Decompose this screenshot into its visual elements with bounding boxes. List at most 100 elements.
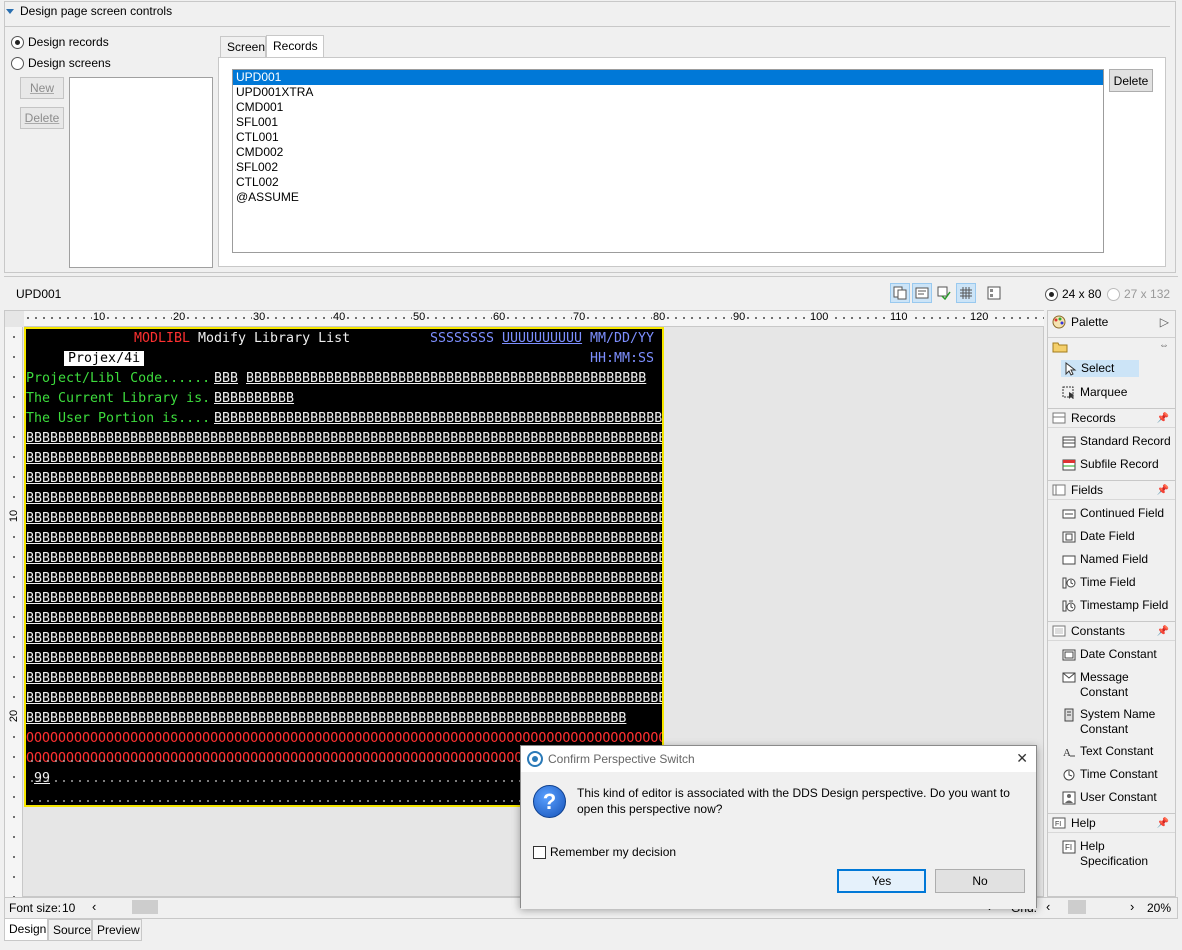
list-item[interactable]: CTL001 — [233, 130, 1103, 145]
field-b-row[interactable]: BBBBBBBBBBBBBBBBBBBBBBBBBBBBBBBBBBBBBBBB… — [26, 529, 662, 549]
field-b-row[interactable]: BBBBBBBBBBBBBBBBBBBBBBBBBBBBBBBBBBBBBBBB… — [26, 549, 662, 569]
palette-collapse-icon[interactable]: ▷ — [1160, 315, 1169, 329]
field-libl[interactable]: BBBBBBBBBBBBBBBBBBBBBBBBBBBBBBBBBBBBBBBB… — [246, 369, 646, 389]
palette-date-field[interactable]: Date Field — [1062, 529, 1135, 544]
palette-fields-drawer[interactable]: Fields 📌 — [1048, 480, 1175, 500]
field-b-row[interactable]: BBBBBBBBBBBBBBBBBBBBBBBBBBBBBBBBBBBBBBBB… — [26, 629, 662, 649]
field-project-code[interactable]: BBB — [214, 369, 238, 389]
palette-standard-record[interactable]: Standard Record — [1062, 434, 1171, 449]
records-list[interactable]: UPD001 UPD001XTRA CMD001 SFL001 CTL001 C… — [232, 69, 1104, 253]
radio-size-27x132[interactable]: 27 x 132 — [1107, 287, 1170, 301]
system-name-field[interactable]: SSSSSSSS — [430, 329, 494, 349]
no-button[interactable]: No — [935, 869, 1025, 893]
palette-help-specification[interactable]: FI Help Specification — [1062, 839, 1148, 869]
field-current-library[interactable]: BBBBBBBBBB — [214, 389, 294, 409]
screen-heading[interactable]: Modify Library List — [198, 329, 350, 349]
palette-marquee-tool[interactable]: Marquee — [1062, 385, 1127, 400]
palette-user-constant[interactable]: User Constant — [1062, 790, 1157, 805]
radio-button[interactable] — [11, 35, 24, 49]
zoom-left-icon[interactable]: ‹ — [1046, 899, 1050, 914]
copy-layout-icon[interactable] — [890, 283, 910, 303]
palette-timestamp-field[interactable]: Timestamp Field — [1062, 598, 1168, 613]
list-item[interactable]: SFL002 — [233, 160, 1103, 175]
field-b-row[interactable]: BBBBBBBBBBBBBBBBBBBBBBBBBBBBBBBBBBBBBBBB… — [26, 649, 662, 669]
close-icon[interactable]: ✕ — [1016, 750, 1028, 767]
new-button[interactable]: New — [20, 77, 64, 99]
palette-named-field[interactable]: Named Field — [1062, 552, 1148, 567]
label-user-portion[interactable]: The User Portion is.... — [26, 409, 210, 429]
pin-icon[interactable]: 📌 — [1157, 818, 1169, 829]
indicator-check-icon[interactable] — [934, 283, 954, 303]
palette-system-name-constant[interactable]: System Name Constant — [1062, 707, 1155, 737]
palette-time-constant[interactable]: Time Constant — [1062, 767, 1158, 782]
scroll-left-icon[interactable]: ‹ — [92, 899, 96, 914]
radio-button[interactable] — [1107, 287, 1120, 301]
zoom-right-icon[interactable]: › — [1130, 899, 1134, 914]
list-item[interactable]: SFL001 — [233, 115, 1103, 130]
palette-records-drawer[interactable]: Records 📌 — [1048, 408, 1175, 428]
field-b-row[interactable]: BBBBBBBBBBBBBBBBBBBBBBBBBBBBBBBBBBBBBBBB… — [26, 449, 662, 469]
pin-icon[interactable]: 📌 — [1157, 626, 1169, 637]
radio-size-24x80[interactable]: 24 x 80 — [1045, 287, 1101, 301]
field-b-row[interactable]: BBBBBBBBBBBBBBBBBBBBBBBBBBBBBBBBBBBBBBBB… — [26, 469, 662, 489]
radio-design-screens[interactable]: Design screens — [11, 56, 111, 70]
palette-select-tool[interactable]: Select — [1061, 360, 1139, 377]
user-field[interactable]: UUUUUUUUUU — [502, 329, 582, 349]
program-name[interactable]: MODLIBL — [134, 329, 190, 349]
remember-checkbox[interactable] — [533, 845, 546, 859]
date-field[interactable]: MM/DD/YY — [590, 329, 654, 349]
palette-text-constant[interactable]: A Text Constant — [1062, 744, 1153, 759]
radio-button[interactable] — [1045, 287, 1058, 301]
field-b-row[interactable]: BBBBBBBBBBBBBBBBBBBBBBBBBBBBBBBBBBBBBBBB… — [26, 689, 662, 709]
tab-screen[interactable]: Screen — [220, 36, 266, 57]
pin-icon[interactable]: 📌 — [1157, 485, 1169, 496]
delete-screen-button[interactable]: Delete — [20, 107, 64, 129]
palette-date-constant[interactable]: Date Constant — [1062, 647, 1157, 662]
screen-preview[interactable]: Projex/4i MODLIBL Modify Library List SS… — [24, 327, 664, 807]
field-b-row[interactable]: BBBBBBBBBBBBBBBBBBBBBBBBBBBBBBBBBBBBBBBB… — [26, 429, 662, 449]
time-field[interactable]: HH:MM:SS — [590, 349, 654, 369]
grid-icon[interactable] — [956, 283, 976, 303]
font-size-slider-thumb[interactable] — [132, 900, 158, 914]
tab-preview[interactable]: Preview — [92, 919, 142, 941]
tab-source[interactable]: Source — [48, 919, 92, 941]
layout-toggle-icon[interactable] — [984, 283, 1004, 303]
palette-message-constant[interactable]: Message Constant — [1062, 670, 1129, 700]
palette-continued-field[interactable]: Continued Field — [1062, 506, 1164, 521]
screen-title-box[interactable]: Projex/4i — [64, 351, 145, 366]
field-b-row[interactable]: BBBBBBBBBBBBBBBBBBBBBBBBBBBBBBBBBBBBBBBB… — [26, 489, 662, 509]
tab-records[interactable]: Records — [266, 35, 324, 57]
field-b-row[interactable]: BBBBBBBBBBBBBBBBBBBBBBBBBBBBBBBBBBBBBBBB… — [26, 609, 662, 629]
folder-icon[interactable] — [1052, 341, 1068, 353]
field-properties-icon[interactable] — [912, 283, 932, 303]
field-b-row[interactable]: BBBBBBBBBBBBBBBBBBBBBBBBBBBBBBBBBBBBBBBB… — [26, 669, 662, 689]
field-b-row[interactable]: BBBBBBBBBBBBBBBBBBBBBBBBBBBBBBBBBBBBBBBB… — [26, 509, 662, 529]
field-b-row-last[interactable]: BBBBBBBBBBBBBBBBBBBBBBBBBBBBBBBBBBBBBBBB… — [26, 709, 626, 729]
list-item[interactable]: UPD001XTRA — [233, 85, 1103, 100]
list-item[interactable]: CMD002 — [233, 145, 1103, 160]
delete-record-button[interactable]: Delete — [1109, 69, 1153, 92]
collapse-triangle-icon[interactable] — [6, 9, 14, 15]
yes-button[interactable]: Yes — [837, 869, 926, 893]
palette-time-field[interactable]: Time Field — [1062, 575, 1136, 590]
zoom-slider-thumb[interactable] — [1068, 900, 1086, 914]
list-item[interactable]: CMD001 — [233, 100, 1103, 115]
palette-subfile-record[interactable]: Subfile Record — [1062, 457, 1159, 472]
expand-arrows-icon[interactable]: ⇔ — [1159, 340, 1169, 351]
radio-design-records[interactable]: Design records — [11, 35, 109, 49]
tab-design[interactable]: Design — [4, 919, 48, 941]
field-b-row[interactable]: BBBBBBBBBBBBBBBBBBBBBBBBBBBBBBBBBBBBBBBB… — [26, 569, 662, 589]
list-item[interactable]: @ASSUME — [233, 190, 1103, 205]
function-key-field[interactable]: 99 — [34, 769, 50, 789]
field-b-row[interactable]: BBBBBBBBBBBBBBBBBBBBBBBBBBBBBBBBBBBBBBBB… — [26, 589, 662, 609]
list-item[interactable]: UPD001 — [233, 70, 1103, 85]
screens-list[interactable] — [69, 77, 213, 268]
palette-help-drawer[interactable]: FI Help 📌 — [1048, 813, 1175, 833]
pin-icon[interactable]: 📌 — [1157, 413, 1169, 424]
label-project-libl[interactable]: Project/Libl Code...... — [26, 369, 210, 389]
palette-constants-drawer[interactable]: Constants 📌 — [1048, 621, 1175, 641]
label-current-library[interactable]: The Current Library is. — [26, 389, 210, 409]
dialog-title-bar[interactable]: Confirm Perspective Switch ✕ — [521, 746, 1036, 772]
section-header[interactable]: Design page screen controls — [6, 4, 172, 18]
list-item[interactable]: CTL002 — [233, 175, 1103, 190]
